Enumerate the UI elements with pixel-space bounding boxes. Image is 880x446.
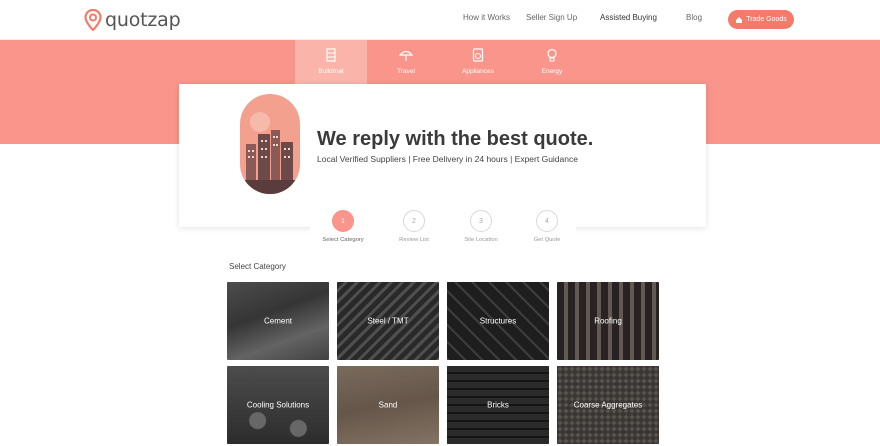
category-label: Bricks	[487, 400, 509, 410]
category-bricks[interactable]: Bricks	[447, 366, 549, 444]
umbrella-icon	[399, 50, 413, 61]
appliance-icon	[472, 48, 484, 62]
step-review-list[interactable]: 2 Review List	[379, 210, 449, 243]
home-icon	[736, 16, 743, 23]
category-label: Sand	[378, 400, 398, 410]
step-number: 3	[470, 210, 492, 232]
hero-title: We reply with the best quote.	[317, 128, 594, 150]
brand-name: quotzap	[105, 9, 181, 31]
logo[interactable]: quotzap	[84, 8, 181, 32]
category-label: Cement	[263, 316, 292, 326]
category-coarse-aggregates[interactable]: Coarse Aggregates	[557, 366, 659, 444]
trade-goods-label: Trade Goods	[746, 16, 787, 23]
step-label: Site Location	[464, 237, 498, 243]
tab-travel[interactable]: Travel	[370, 40, 442, 84]
tab-energy[interactable]: Energy	[516, 40, 588, 84]
trade-goods-button[interactable]: Trade Goods	[728, 10, 794, 29]
location-pin-icon	[84, 9, 102, 31]
nav-assisted-buying[interactable]: Assisted Buying	[600, 13, 657, 22]
step-number: 2	[403, 210, 425, 232]
tab-label: Travel	[397, 68, 415, 75]
step-label: Select Category	[322, 237, 364, 243]
step-label: Review List	[399, 237, 429, 243]
category-sand[interactable]: Sand	[337, 366, 439, 444]
nav-seller-sign-up[interactable]: Seller Sign Up	[526, 13, 577, 22]
bulb-icon	[547, 48, 557, 62]
category-label: Structures	[479, 316, 517, 326]
building-icon	[326, 48, 336, 62]
section-title: Select Category	[229, 262, 286, 271]
category-cooling-solutions[interactable]: Cooling Solutions	[227, 366, 329, 444]
category-label: Coarse Aggregates	[573, 400, 643, 410]
category-label: Roofing	[594, 316, 622, 326]
category-steel-tmt[interactable]: Steel / TMT	[337, 282, 439, 360]
nav-how-it-works[interactable]: How it Works	[463, 13, 510, 22]
hero-subtitle: Local Verified Suppliers | Free Delivery…	[317, 154, 578, 164]
tab-label: Appliances	[462, 68, 494, 75]
step-number: 4	[536, 210, 558, 232]
tab-buildmat[interactable]: Buildmat	[295, 40, 367, 84]
tab-appliances[interactable]: Appliances	[442, 40, 514, 84]
step-select-category[interactable]: 1 Select Category	[308, 210, 378, 243]
category-cement[interactable]: Cement	[227, 282, 329, 360]
step-site-location[interactable]: 3 Site Location	[446, 210, 516, 243]
category-roofing[interactable]: Roofing	[557, 282, 659, 360]
step-number: 1	[332, 210, 354, 232]
tab-label: Buildmat	[318, 68, 344, 75]
tab-label: Energy	[541, 68, 563, 75]
category-label: Steel / TMT	[367, 316, 409, 326]
step-get-quote[interactable]: 4 Get Quote	[512, 210, 582, 243]
city-illustration	[240, 94, 300, 194]
step-label: Get Quote	[533, 237, 561, 243]
category-label: Cooling Solutions	[246, 400, 310, 410]
top-header: quotzap How it Works Seller Sign Up Assi…	[0, 0, 880, 40]
category-structures[interactable]: Structures	[447, 282, 549, 360]
nav-blog[interactable]: Blog	[686, 13, 702, 22]
